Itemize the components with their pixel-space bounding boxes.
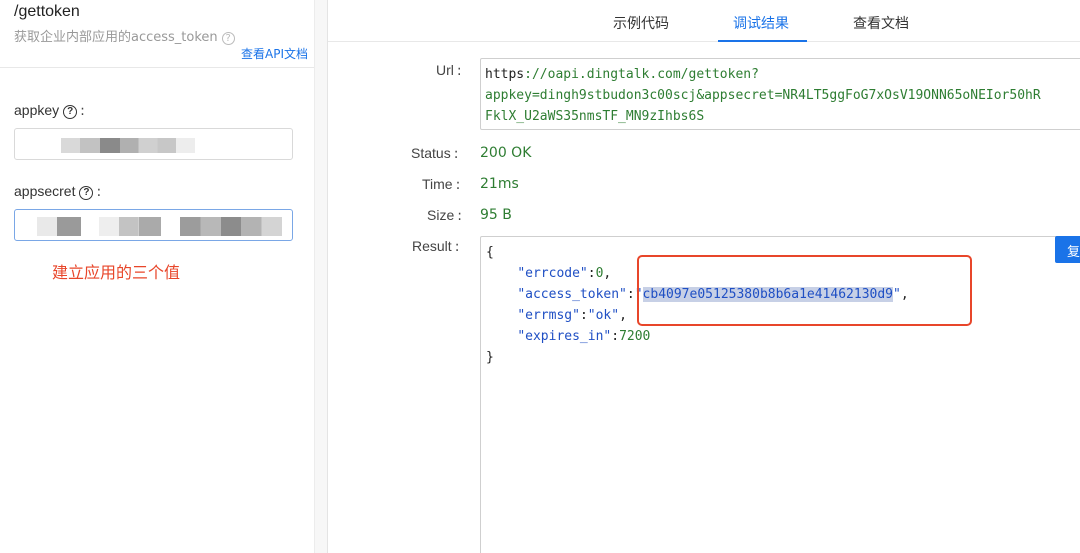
- appsecret-label-text: appsecret: [14, 183, 76, 199]
- appkey-label: appkey?:: [14, 102, 85, 119]
- json-line: "access_token":"cb4097e05125380b8b6a1e41…: [517, 287, 909, 302]
- help-icon[interactable]: ?: [63, 105, 78, 119]
- json-value-expires-in: 7200: [619, 329, 651, 344]
- json-key-expires-in: "expires_in": [517, 329, 612, 344]
- result-label-colon: :: [454, 239, 460, 255]
- size-value: 95 B: [480, 207, 512, 223]
- api-description: 获取企业内部应用的access_token?: [14, 26, 235, 45]
- tab-sample-code[interactable]: 示例代码: [613, 13, 669, 33]
- tab-debug-result[interactable]: 调试结果: [733, 13, 789, 33]
- status-label-colon: :: [453, 146, 459, 162]
- time-value: 21ms: [480, 176, 519, 192]
- redacted-block: [37, 217, 81, 236]
- json-line: "errcode":0,: [517, 266, 612, 281]
- result-label: Result:: [412, 238, 459, 255]
- time-label: Time:: [422, 176, 460, 193]
- api-description-text: 获取企业内部应用的access_token: [14, 30, 218, 45]
- divider: [0, 67, 314, 68]
- status-value: 200 OK: [480, 145, 532, 161]
- json-line: "errmsg":"ok",: [517, 308, 627, 323]
- redacted-block: [180, 217, 282, 236]
- size-label-text: Size: [427, 207, 455, 223]
- tab-bar: 示例代码 调试结果 查看文档: [328, 0, 1080, 42]
- appsecret-label-colon: :: [96, 184, 102, 200]
- url-line: https://oapi.dingtalk.com/gettoken?: [485, 64, 1080, 85]
- help-icon[interactable]: ?: [221, 32, 235, 45]
- redacted-block: [139, 217, 161, 236]
- json-line: "expires_in":7200: [486, 326, 1080, 347]
- json-line: }: [486, 350, 494, 365]
- active-tab-indicator: [718, 40, 807, 42]
- url-label: Url:: [436, 62, 462, 79]
- url-line: FklX_U2aWS35nmsTF_MN9zIhbs6S: [485, 109, 705, 124]
- status-label-text: Status: [411, 145, 451, 161]
- left-panel: /gettoken 获取企业内部应用的access_token? 查看API文档…: [0, 0, 314, 553]
- json-line: {: [486, 245, 494, 260]
- help-icon[interactable]: ?: [79, 186, 94, 200]
- url-field[interactable]: https://oapi.dingtalk.com/gettoken? appk…: [480, 58, 1080, 130]
- json-colon: :: [587, 266, 596, 281]
- json-key-access-token: "access_token": [517, 287, 627, 302]
- url-scheme: https: [485, 67, 525, 82]
- appkey-label-text: appkey: [14, 102, 60, 118]
- view-api-doc-link[interactable]: 查看API文档: [241, 45, 308, 62]
- json-value-access-token[interactable]: cb4097e05125380b8b6a1e41462130d9: [642, 287, 893, 302]
- size-label: Size:: [427, 207, 462, 224]
- annotation-text: 建立应用的三个值: [52, 263, 181, 282]
- appkey-label-colon: :: [80, 103, 85, 119]
- time-label-text: Time: [422, 176, 453, 192]
- appsecret-label: appsecret?:: [14, 183, 101, 200]
- url-host: ://oapi.dingtalk.com/gettoken?: [524, 67, 759, 82]
- url-line: appkey=dingh9stbudon3c00scj&appsecret=NR…: [485, 88, 1041, 103]
- copy-button[interactable]: 复: [1055, 236, 1080, 263]
- appkey-input[interactable]: [14, 128, 293, 160]
- json-colon: :: [579, 308, 588, 323]
- appsecret-input[interactable]: [14, 209, 293, 241]
- json-key-errcode: "errcode": [517, 266, 588, 281]
- result-json-view[interactable]: { "errcode":0, "access_token":"cb4097e05…: [480, 236, 1080, 553]
- url-label-colon: :: [456, 63, 462, 79]
- tab-view-docs[interactable]: 查看文档: [853, 13, 909, 33]
- result-label-text: Result: [412, 238, 452, 254]
- size-label-colon: :: [457, 208, 462, 224]
- json-colon: :: [626, 287, 635, 302]
- json-value-errcode: 0: [595, 266, 604, 281]
- json-colon: :: [611, 329, 620, 344]
- api-path-title: /gettoken: [14, 3, 80, 20]
- url-label-text: Url: [436, 62, 454, 78]
- json-key-errmsg: "errmsg": [517, 308, 580, 323]
- time-label-colon: :: [455, 177, 461, 193]
- status-label: Status:: [411, 145, 458, 162]
- left-panel-scrollbar[interactable]: [314, 0, 328, 553]
- redacted-block: [61, 138, 195, 153]
- json-value-errmsg: "ok": [587, 308, 620, 323]
